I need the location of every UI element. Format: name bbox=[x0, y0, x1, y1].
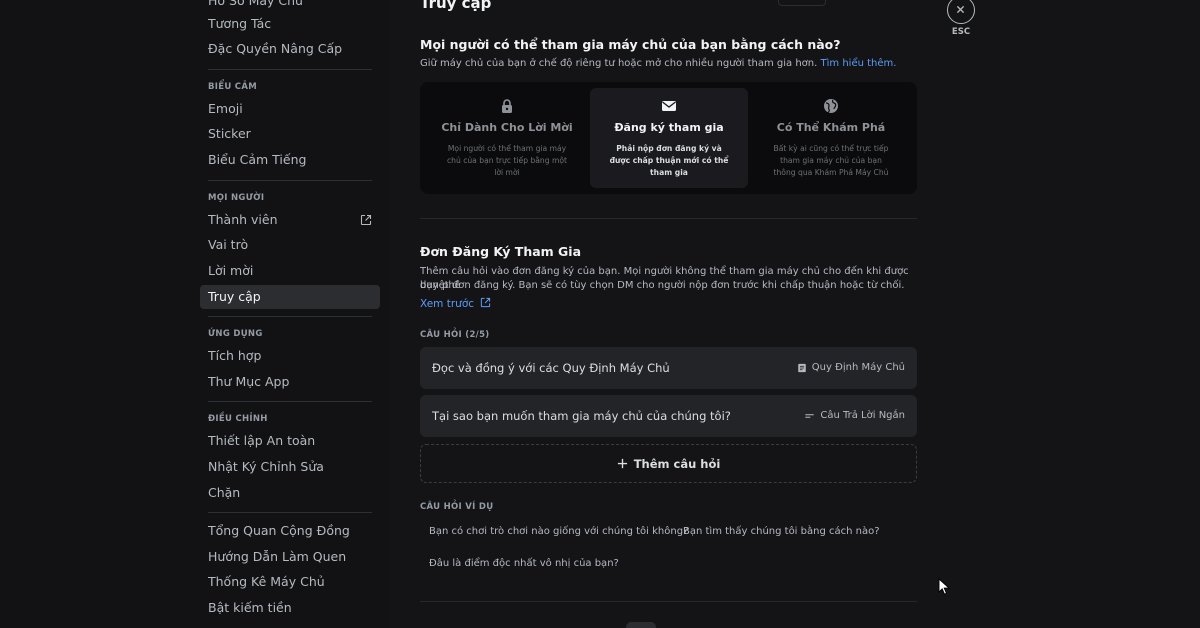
example-question-chip[interactable]: Bạn tìm thấy chúng tôi bằng cách nào? bbox=[674, 521, 889, 543]
sidebar-item-bans[interactable]: Chặn bbox=[200, 481, 380, 505]
lock-icon bbox=[502, 99, 512, 113]
example-question-chip[interactable]: Đâu là điểm độc nhất vô nhị của bạn? bbox=[420, 553, 628, 575]
scroll-indicator bbox=[626, 622, 656, 628]
option-title: Đăng ký tham gia bbox=[614, 121, 724, 134]
section-divider bbox=[420, 601, 917, 602]
question-type: Quy Định Máy Chủ bbox=[797, 362, 905, 373]
access-options: Chỉ Dành Cho Lời Mời Mọi người có thể th… bbox=[420, 82, 917, 194]
access-section-desc: Giữ máy chủ của bạn ở chế độ riêng tư ho… bbox=[420, 58, 897, 69]
sidebar-header-expressions: Biểu Cảm bbox=[208, 82, 257, 92]
example-questions-header: Câu Hỏi Ví Dụ bbox=[420, 502, 494, 512]
close-button[interactable] bbox=[947, 0, 975, 24]
sidebar-header-moderation: Điều Chỉnh bbox=[208, 414, 268, 424]
learn-more-link[interactable]: Tìm hiểu thêm. bbox=[821, 58, 897, 69]
sidebar-item-emoji[interactable]: Emoji bbox=[200, 97, 380, 121]
rules-icon bbox=[798, 363, 806, 372]
sidebar-item-access[interactable]: Truy cập bbox=[200, 285, 380, 309]
sidebar-item-server-insights[interactable]: Thống Kê Máy Chủ bbox=[200, 570, 380, 594]
sidebar-divider bbox=[208, 401, 372, 402]
access-section-title: Mọi người có thể tham gia máy chủ của bạ… bbox=[420, 37, 841, 52]
sidebar-item-boost-perks[interactable]: Đặc Quyền Nâng Cấp bbox=[200, 37, 380, 61]
sidebar-header-people: Mọi Người bbox=[208, 193, 265, 203]
external-link-icon bbox=[360, 214, 372, 226]
globe-icon bbox=[824, 99, 838, 113]
short-answer-icon bbox=[805, 413, 815, 418]
preview-link[interactable]: Xem trước bbox=[420, 297, 491, 310]
section-divider bbox=[420, 218, 917, 219]
sidebar-item-engagement[interactable]: Tương Tác bbox=[200, 12, 380, 36]
esc-label: ESC bbox=[951, 27, 971, 37]
question-text: Tại sao bạn muốn tham gia máy chủ của ch… bbox=[432, 409, 731, 423]
question-row-rules[interactable]: Đọc và đồng ý với các Quy Định Máy Chủ Q… bbox=[420, 347, 917, 389]
option-desc: Mọi người có thể tham gia máy chủ của bạ… bbox=[446, 144, 567, 177]
sidebar-item-integrations[interactable]: Tích hợp bbox=[200, 344, 380, 368]
sidebar-item-monetization[interactable]: Bật kiếm tiền bbox=[200, 596, 380, 620]
sidebar-item-invites[interactable]: Lời mời bbox=[200, 259, 380, 283]
sidebar-divider bbox=[208, 69, 372, 70]
option-discoverable[interactable]: Có Thể Khám Phá Bất kỳ ai cũng có thể tr… bbox=[752, 88, 910, 188]
questions-header: Câu Hỏi (2/5) bbox=[420, 330, 490, 340]
plus-icon bbox=[617, 458, 627, 469]
external-link-icon bbox=[481, 297, 491, 308]
question-type: Câu Trả Lời Ngắn bbox=[804, 410, 905, 421]
sidebar-item-community-overview[interactable]: Tổng Quan Cộng Đồng bbox=[200, 519, 380, 543]
sidebar-item-sticker[interactable]: Sticker bbox=[200, 122, 380, 146]
sidebar-item-soundboard[interactable]: Biểu Cảm Tiếng bbox=[200, 148, 380, 172]
application-desc-line2: duyệt đơn đăng ký. Bạn sẽ có tùy chọn DM… bbox=[420, 280, 905, 291]
partial-control bbox=[778, 0, 826, 6]
add-question-button[interactable]: Thêm câu hỏi bbox=[420, 444, 917, 483]
question-row-short-answer[interactable]: Tại sao bạn muốn tham gia máy chủ của ch… bbox=[420, 395, 917, 437]
option-title: Có Thể Khám Phá bbox=[776, 121, 886, 134]
example-question-chip[interactable]: Bạn có chơi trò chơi nào giống với chúng… bbox=[420, 521, 697, 543]
option-apply-to-join[interactable]: Đăng ký tham gia Phải nộp đơn đăng ký và… bbox=[590, 88, 748, 188]
sidebar-divider bbox=[208, 512, 372, 513]
application-section-title: Đơn Đăng Ký Tham Gia bbox=[420, 244, 582, 259]
sidebar-item-roles[interactable]: Vai trò bbox=[200, 233, 380, 257]
sidebar-item-audit-log[interactable]: Nhật Ký Chỉnh Sửa bbox=[200, 455, 380, 479]
sidebar-item-safety-setup[interactable]: Thiết lập An toàn bbox=[200, 429, 380, 453]
page-title: Truy cập bbox=[420, 0, 492, 12]
option-title: Chỉ Dành Cho Lời Mời bbox=[441, 121, 573, 134]
sidebar-item-label: Thành viên bbox=[208, 212, 278, 227]
question-text: Đọc và đồng ý với các Quy Định Máy Chủ bbox=[432, 361, 670, 375]
sidebar-item-app-directory[interactable]: Thư Mục App bbox=[200, 370, 380, 394]
sidebar-divider bbox=[208, 180, 372, 181]
sidebar-item-onboarding[interactable]: Hướng Dẫn Làm Quen bbox=[200, 545, 380, 569]
option-invite-only[interactable]: Chỉ Dành Cho Lời Mời Mọi người có thể th… bbox=[428, 88, 586, 188]
settings-sidebar: Hồ Sơ Máy Chủ Tương Tác Đặc Quyền Nâng C… bbox=[0, 0, 390, 628]
sidebar-header-apps: Ứng Dụng bbox=[208, 329, 263, 339]
sidebar-divider bbox=[208, 316, 372, 317]
option-desc: Phải nộp đơn đăng ký và được chấp thuận … bbox=[609, 144, 729, 177]
settings-content: Truy cập Mọi người có thể tham gia máy c… bbox=[390, 0, 1200, 628]
option-desc: Bất kỳ ai cũng có thể trực tiếp tham gia… bbox=[773, 144, 889, 177]
mouse-cursor-icon bbox=[938, 578, 950, 595]
sidebar-item-members[interactable]: Thành viên bbox=[200, 208, 380, 232]
mail-icon bbox=[662, 101, 676, 111]
close-icon bbox=[956, 5, 965, 14]
